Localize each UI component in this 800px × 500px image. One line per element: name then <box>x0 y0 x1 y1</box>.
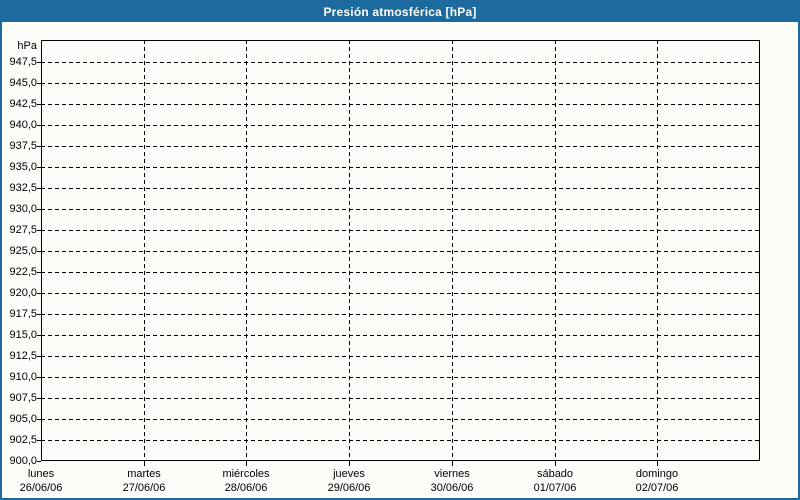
x-tick-mark <box>246 461 247 466</box>
y-tick-label: 927,5 <box>9 224 37 236</box>
y-tick-mark <box>37 335 41 336</box>
h-gridline <box>41 104 760 105</box>
x-tick-mark <box>555 461 556 466</box>
h-gridline <box>41 83 760 84</box>
h-gridline <box>41 62 760 63</box>
y-tick-mark <box>37 461 41 462</box>
x-date-label: 28/06/06 <box>224 482 268 494</box>
x-date-label: 30/06/06 <box>430 482 474 494</box>
h-gridline <box>41 440 760 441</box>
y-tick-label: 920,0 <box>9 287 37 299</box>
y-tick-mark <box>37 104 41 105</box>
x-date-label: 26/06/06 <box>19 482 63 494</box>
y-tick-label: 902,5 <box>9 434 37 446</box>
y-tick-mark <box>37 272 41 273</box>
h-gridline <box>41 272 760 273</box>
y-tick-mark <box>37 398 41 399</box>
y-tick-label: 905,0 <box>9 413 37 425</box>
y-tick-label: 925,0 <box>9 245 37 257</box>
v-gridline <box>246 40 247 461</box>
y-tick-label: 917,5 <box>9 308 37 320</box>
y-tick-label: 915,0 <box>9 329 37 341</box>
chart-title: Presión atmosférica [hPa] <box>323 5 477 19</box>
y-tick-label: 940,0 <box>9 119 37 131</box>
h-gridline <box>41 125 760 126</box>
x-date-label: 02/07/06 <box>635 482 679 494</box>
x-day-label: domingo <box>635 468 679 480</box>
y-tick-mark <box>37 83 41 84</box>
h-gridline <box>41 314 760 315</box>
x-day-label: sábado <box>536 468 574 480</box>
x-date-label: 01/07/06 <box>533 482 577 494</box>
x-tick-mark <box>657 461 658 466</box>
h-gridline <box>41 335 760 336</box>
h-gridline <box>41 209 760 210</box>
y-tick-label: 912,5 <box>9 350 37 362</box>
h-gridline <box>41 251 760 252</box>
y-tick-label: 922,5 <box>9 266 37 278</box>
y-tick-label: 937,5 <box>9 140 37 152</box>
x-date-label: 27/06/06 <box>122 482 166 494</box>
y-tick-mark <box>37 230 41 231</box>
y-tick-mark <box>37 62 41 63</box>
y-tick-label: 907,5 <box>9 392 37 404</box>
y-tick-mark <box>37 188 41 189</box>
x-tick-mark <box>452 461 453 466</box>
x-day-label: martes <box>127 468 161 480</box>
y-tick-mark <box>37 440 41 441</box>
y-tick-mark <box>37 377 41 378</box>
v-gridline <box>144 40 145 461</box>
h-gridline <box>41 293 760 294</box>
h-gridline <box>41 146 760 147</box>
v-gridline <box>555 40 556 461</box>
x-tick-mark <box>349 461 350 466</box>
x-day-label: viernes <box>434 468 470 480</box>
y-tick-mark <box>37 209 41 210</box>
y-tick-mark <box>37 293 41 294</box>
y-tick-mark <box>37 356 41 357</box>
chart-window: Presión atmosférica [hPa] hPa 947,5 945,0… <box>0 0 800 500</box>
h-gridline <box>41 419 760 420</box>
y-tick-mark <box>37 146 41 147</box>
h-gridline <box>41 356 760 357</box>
y-tick-label: 932,5 <box>9 182 37 194</box>
v-gridline <box>657 40 658 461</box>
x-day-label: jueves <box>333 468 365 480</box>
x-tick-mark <box>144 461 145 466</box>
v-gridline <box>452 40 453 461</box>
x-day-label: lunes <box>27 468 55 480</box>
v-gridline <box>349 40 350 461</box>
y-tick-mark <box>37 125 41 126</box>
x-day-label: miércoles <box>222 468 270 480</box>
y-tick-label: 930,0 <box>9 203 37 215</box>
h-gridline <box>41 398 760 399</box>
y-tick-label: 935,0 <box>9 161 37 173</box>
h-gridline <box>41 377 760 378</box>
y-tick-label: 900,0 <box>9 455 37 467</box>
y-axis-unit-label: hPa <box>17 40 37 52</box>
y-tick-label: 945,0 <box>9 77 37 89</box>
y-tick-mark <box>37 251 41 252</box>
chart-title-bar: Presión atmosférica [hPa] <box>2 2 798 22</box>
y-tick-mark <box>37 419 41 420</box>
y-tick-label: 947,5 <box>9 56 37 68</box>
y-tick-mark <box>37 167 41 168</box>
h-gridline <box>41 230 760 231</box>
y-tick-mark <box>37 314 41 315</box>
y-tick-label: 910,0 <box>9 371 37 383</box>
h-gridline <box>41 167 760 168</box>
h-gridline <box>41 188 760 189</box>
x-date-label: 29/06/06 <box>327 482 371 494</box>
y-tick-label: 942,5 <box>9 98 37 110</box>
